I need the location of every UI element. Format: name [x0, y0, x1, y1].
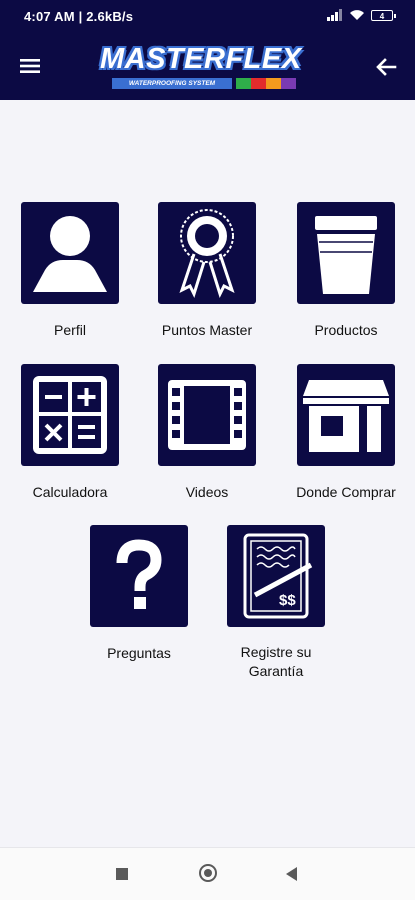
menu-label: Productos	[314, 322, 378, 338]
menu-label: Preguntas	[107, 645, 171, 661]
svg-text:$$: $$	[279, 592, 296, 609]
profile-icon	[21, 202, 119, 304]
menu-label: Calculadora	[32, 484, 108, 500]
app-bar: MASTERFLEX WATERPROOFING SYSTEM	[0, 32, 415, 100]
menu-item-perfil[interactable]: Perfil	[15, 202, 125, 340]
menu-item-calculadora[interactable]: Calculadora	[15, 364, 125, 502]
menu-label: Videos	[185, 484, 229, 500]
menu-label: Donde Comprar	[296, 484, 396, 500]
film-strip-icon	[158, 364, 256, 466]
arrow-left-icon	[376, 58, 397, 76]
system-navigation-bar	[0, 847, 415, 900]
question-mark-icon	[90, 525, 188, 627]
recents-button[interactable]	[116, 868, 128, 880]
store-icon	[297, 364, 395, 466]
menu-item-donde-comprar[interactable]: Donde Comprar	[291, 364, 401, 502]
bucket-icon	[297, 202, 395, 304]
menu-label: Puntos Master	[161, 322, 253, 338]
wifi-icon	[350, 10, 364, 20]
system-back-button[interactable]	[286, 867, 297, 881]
signal-icon	[327, 9, 342, 21]
menu-label: Perfil	[54, 322, 86, 338]
status-icons: 4	[327, 9, 396, 21]
menu-item-puntos-master[interactable]: Puntos Master	[152, 202, 262, 340]
hamburger-icon	[20, 59, 40, 73]
menu-item-registre-garantia[interactable]: $$ Registre su Garantía	[221, 525, 331, 681]
menu-item-preguntas[interactable]: Preguntas	[84, 525, 194, 663]
logo-title: MASTERFLEX	[100, 43, 302, 75]
battery-icon: 4	[371, 9, 396, 21]
menu-label: Registre su Garantía	[240, 644, 312, 679]
warranty-document-icon: $$	[227, 525, 325, 627]
back-button[interactable]	[373, 54, 399, 80]
status-bar: 4:07 AM | 2.6kB/s 4	[0, 0, 415, 32]
ribbon-award-icon	[158, 202, 256, 304]
logo-subtitle: WATERPROOFING SYSTEM	[112, 78, 232, 89]
logo-color-strip	[236, 78, 296, 89]
menu-item-videos[interactable]: Videos	[152, 364, 262, 502]
menu-item-productos[interactable]: Productos	[291, 202, 401, 340]
masterflex-logo: MASTERFLEX WATERPROOFING SYSTEM	[100, 43, 302, 91]
status-time: 4:07 AM | 2.6kB/s	[24, 9, 134, 24]
calculator-icon	[21, 364, 119, 466]
hamburger-menu-button[interactable]	[18, 54, 42, 78]
home-button[interactable]	[199, 864, 217, 882]
